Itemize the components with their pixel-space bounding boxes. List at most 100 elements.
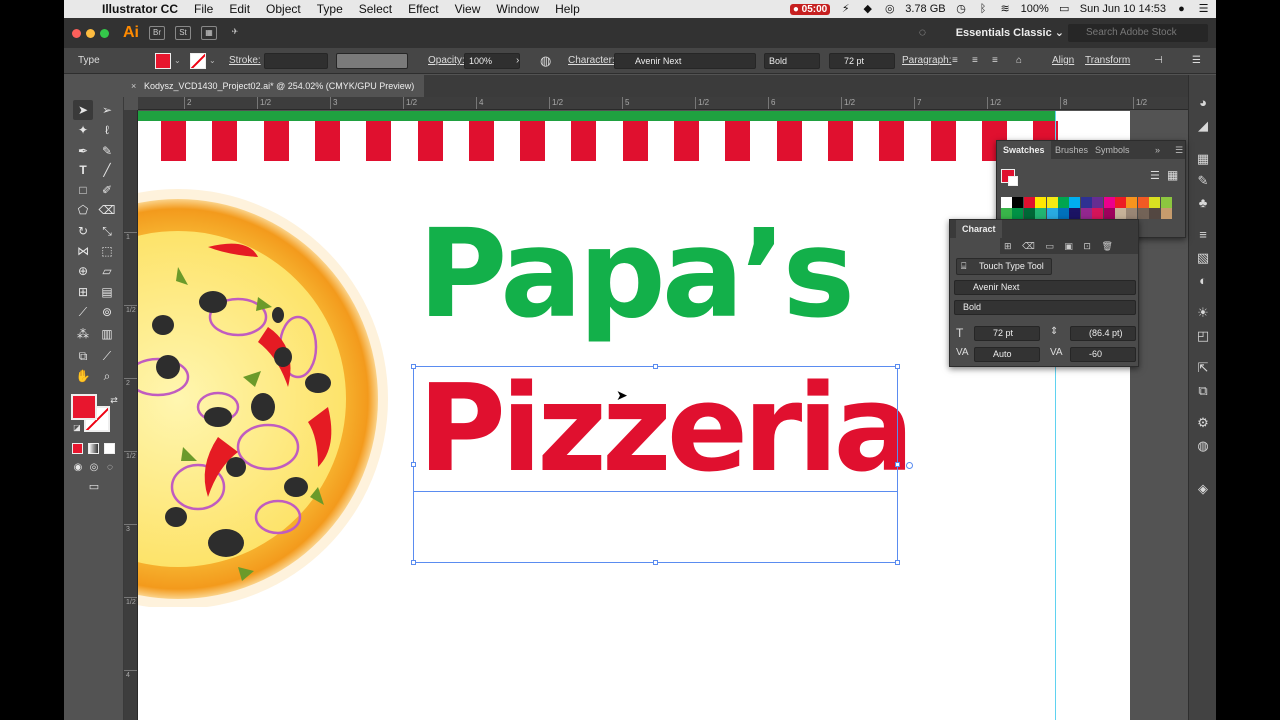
align-left-icon[interactable]: ≡ [952, 48, 958, 74]
scale-tool-icon[interactable]: ⤡ [97, 221, 117, 241]
asset-export-icon[interactable]: ⚙ [1193, 413, 1213, 433]
layers-panel-icon[interactable]: ◈ [1193, 479, 1213, 499]
font-size-field[interactable]: 72 pt [829, 53, 895, 69]
artboard[interactable]: Papa’s Pizzeria ➤ [138, 111, 1130, 720]
pen-tool-icon[interactable]: ✒ [73, 141, 93, 161]
recolor-artwork-icon[interactable]: ◍ [540, 48, 551, 74]
magic-wand-tool-icon[interactable]: ✦ [73, 120, 93, 140]
notification-center-icon[interactable]: ☰ [1197, 3, 1210, 15]
color-swatch[interactable] [1149, 208, 1161, 219]
color-swatch[interactable] [1126, 197, 1138, 208]
color-swatch[interactable] [1058, 197, 1069, 208]
resize-handle[interactable] [895, 462, 900, 467]
opacity-label[interactable]: Opacity: [428, 48, 465, 74]
draw-inside-icon[interactable]: ◌ [100, 458, 120, 478]
artboard-tool-icon[interactable]: ⧉ [73, 346, 93, 366]
document-tab[interactable]: × Kodysz_VCD1430_Project02.ai* @ 254.02%… [124, 75, 425, 97]
lightbulb-icon[interactable]: ◌ [919, 25, 926, 39]
mesh-tool-icon[interactable]: ⊞ [73, 282, 93, 302]
distribute-icon[interactable]: ⊣ [1154, 48, 1163, 74]
recording-badge[interactable]: ● 05:00 [789, 3, 831, 15]
character-leading-field[interactable]: (86.4 pt) [1070, 326, 1136, 341]
horizontal-ruler[interactable]: 2 1/2 3 1/2 4 1/2 5 1/2 6 1/2 7 1/2 8 1/… [138, 97, 1188, 110]
pizza-illustration[interactable] [138, 187, 388, 607]
stroke-panel-icon[interactable]: ≡ [1193, 225, 1213, 245]
color-swatch[interactable] [1092, 197, 1104, 208]
menu-effect[interactable]: Effect [400, 0, 446, 18]
selection-tool-icon[interactable]: ➤ [73, 100, 93, 120]
gpu-performance-icon[interactable]: ✈ [227, 26, 243, 40]
color-swatch[interactable] [1046, 197, 1058, 208]
resize-handle[interactable] [895, 560, 900, 565]
minimize-window-button[interactable] [86, 28, 95, 38]
color-swatch[interactable] [1115, 208, 1126, 219]
curvature-tool-icon[interactable]: ✎ [97, 141, 117, 161]
symbol-sprayer-tool-icon[interactable]: ⁂ [73, 324, 93, 344]
close-window-button[interactable] [72, 28, 81, 38]
wifi-icon[interactable]: ≋ [999, 3, 1012, 15]
menu-file[interactable]: File [186, 0, 221, 18]
list-view-icon[interactable]: ☰ [1150, 169, 1160, 182]
color-swatch[interactable] [1160, 197, 1172, 208]
color-swatch[interactable] [1046, 208, 1058, 219]
color-panel-icon[interactable]: ◕ [1193, 93, 1213, 113]
export-panel-icon[interactable]: ⇱ [1193, 358, 1213, 378]
color-swatch[interactable] [1069, 208, 1081, 219]
graphic-styles-icon[interactable]: ◰ [1193, 326, 1213, 346]
character-kerning-field[interactable]: Auto [974, 347, 1040, 362]
show-kinds-icon[interactable]: ⌫ [1022, 241, 1035, 251]
delete-swatch-icon[interactable]: 🗑 [1101, 241, 1112, 251]
swatch-options-icon[interactable]: ▭ [1045, 241, 1054, 251]
bluetooth-icon[interactable]: ᛒ [977, 3, 990, 15]
battery-icon[interactable]: ▭ [1058, 3, 1071, 15]
align-panel-link[interactable]: Align [1052, 48, 1074, 74]
shape-builder-tool-icon[interactable]: ⊕ [73, 261, 93, 281]
character-font-family-field[interactable]: Avenir Next [954, 280, 1136, 295]
time-machine-icon[interactable]: ◷ [955, 3, 968, 15]
flash-icon[interactable]: ⚡ [839, 3, 852, 15]
color-swatch[interactable] [1160, 208, 1172, 219]
tab-symbols[interactable]: Symbols [1089, 141, 1136, 159]
symbols-panel-icon[interactable]: ♣ [1193, 193, 1213, 213]
papas-headline[interactable]: Papa’s [418, 209, 855, 339]
direct-selection-tool-icon[interactable]: ➢ [97, 100, 117, 120]
hand-tool-icon[interactable]: ✋ [73, 366, 93, 386]
color-swatch[interactable] [1001, 197, 1012, 208]
color-swatch[interactable] [1137, 197, 1149, 208]
color-swatch[interactable] [1137, 208, 1149, 219]
swatches-panel-icon[interactable]: ▦ [1193, 149, 1213, 169]
color-swatch[interactable] [1080, 208, 1092, 219]
shaper-tool-icon[interactable]: ⬠ [73, 200, 93, 220]
menu-view[interactable]: View [447, 0, 489, 18]
brushes-panel-icon[interactable]: ✎ [1193, 171, 1213, 191]
grid-view-icon[interactable]: ▦ [1167, 168, 1178, 182]
fill-color-swatch[interactable] [155, 53, 171, 69]
character-size-field[interactable]: 72 pt [974, 326, 1040, 341]
fill-color-box[interactable] [71, 394, 97, 420]
arrange-documents-icon[interactable]: ▦ [201, 26, 217, 40]
menu-select[interactable]: Select [351, 0, 400, 18]
perspective-grid-tool-icon[interactable]: ▱ [97, 261, 117, 281]
workspace-switcher[interactable]: Essentials Classic ⌄ [956, 26, 1064, 39]
color-swatch[interactable] [1012, 208, 1024, 219]
color-swatch[interactable] [1149, 197, 1161, 208]
color-swatch[interactable] [1035, 208, 1047, 219]
close-tab-icon[interactable]: × [131, 75, 136, 97]
user-avatar-icon[interactable]: ● [1175, 3, 1188, 15]
new-swatch-icon[interactable]: ⊡ [1083, 241, 1091, 251]
width-tool-icon[interactable]: ⋈ [73, 241, 93, 261]
lasso-tool-icon[interactable]: ℓ [97, 120, 117, 140]
memory-icon[interactable]: ◎ [883, 3, 896, 15]
out-port-icon[interactable] [906, 462, 913, 469]
stroke-label[interactable]: Stroke: [229, 48, 261, 74]
artboards-panel-icon[interactable]: ⧉ [1193, 381, 1213, 401]
blend-tool-icon[interactable]: ⊚ [97, 302, 117, 322]
tab-brushes[interactable]: Brushes [1049, 141, 1094, 159]
resize-handle[interactable] [653, 364, 658, 369]
menu-help[interactable]: Help [547, 0, 588, 18]
tab-swatches[interactable]: Swatches [997, 141, 1051, 159]
gradient-mode-icon[interactable] [88, 443, 99, 454]
character-tracking-field[interactable]: -60 [1070, 347, 1136, 362]
font-style-field[interactable]: Bold [764, 53, 820, 69]
none-mode-icon[interactable] [104, 443, 115, 454]
